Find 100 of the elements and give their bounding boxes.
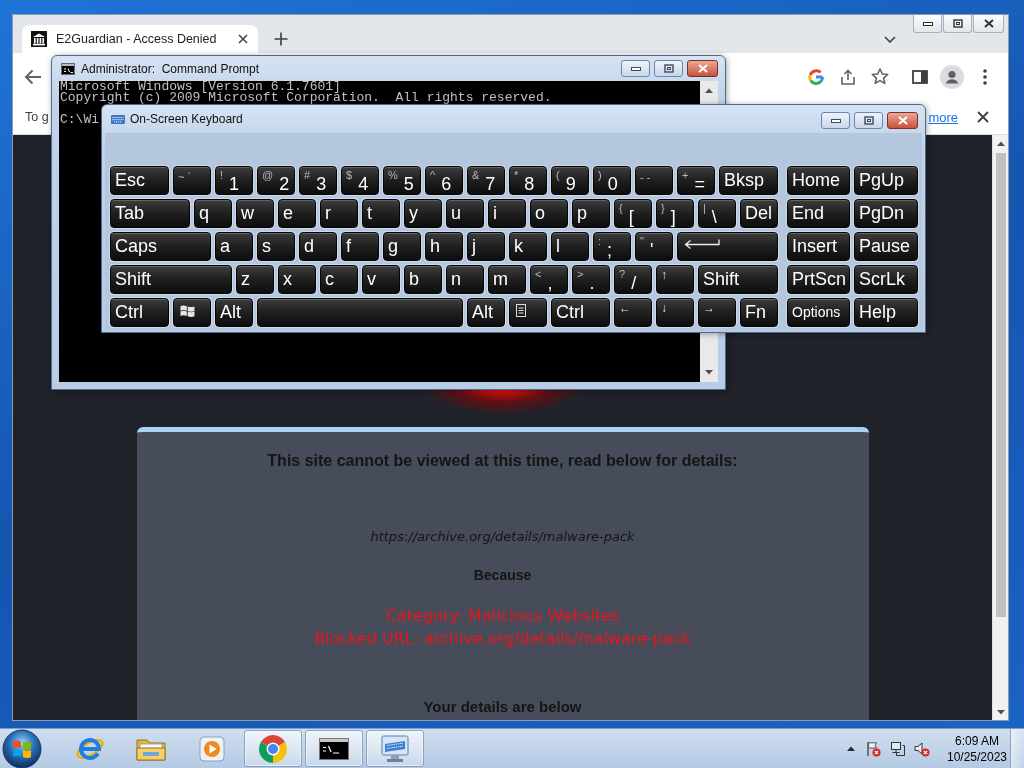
keyboard-key[interactable]: z: [236, 265, 274, 294]
up-arrow-icon[interactable]: [705, 88, 713, 93]
keyboard-key[interactable]: t: [362, 199, 400, 228]
keyboard-key[interactable]: ^ 6: [425, 166, 463, 195]
keyboard-key[interactable]: l: [551, 232, 589, 261]
keyboard-key[interactable]: [173, 298, 211, 327]
keyboard-key[interactable]: PgDn: [854, 199, 918, 228]
keyboard-key[interactable]: n: [446, 265, 484, 294]
keyboard-key[interactable]: [509, 298, 547, 327]
taskbar-button[interactable]: [305, 730, 363, 767]
browser-tab[interactable]: E2Guardian - Access Denied: [22, 25, 258, 53]
side-panel-icon[interactable]: [912, 69, 928, 84]
up-arrow-icon[interactable]: [996, 141, 1005, 146]
keyboard-key[interactable]: h: [425, 232, 463, 261]
keyboard-key[interactable]: f: [341, 232, 379, 261]
keyboard-key[interactable]: g: [383, 232, 421, 261]
keyboard-key[interactable]: Help: [854, 298, 918, 327]
keyboard-key[interactable]: →: [698, 298, 736, 327]
keyboard-key[interactable]: r: [320, 199, 358, 228]
keyboard-key[interactable]: Pause: [854, 232, 918, 261]
keyboard-key[interactable]: < ,: [530, 265, 568, 294]
keyboard-key[interactable]: [677, 232, 778, 261]
keyboard-key[interactable]: d: [299, 232, 337, 261]
keyboard-key[interactable]: s: [257, 232, 295, 261]
keyboard-key[interactable]: Shift: [110, 265, 232, 294]
keyboard-key[interactable]: j: [467, 232, 505, 261]
keyboard-key[interactable]: Fn: [740, 298, 778, 327]
keyboard-key[interactable]: p: [572, 199, 610, 228]
keyboard-key[interactable]: ( 9: [551, 166, 589, 195]
keyboard-key[interactable]: " ': [635, 232, 673, 261]
keyboard-key[interactable]: $ 4: [341, 166, 379, 195]
minimize-button[interactable]: [913, 15, 942, 33]
keyboard-key[interactable]: Alt: [215, 298, 253, 327]
close-icon[interactable]: [238, 34, 248, 44]
keyboard-key[interactable]: x: [278, 265, 316, 294]
keyboard-key[interactable]: e: [278, 199, 316, 228]
keyboard-key[interactable]: Alt: [467, 298, 505, 327]
keyboard-key[interactable]: PrtScn: [787, 265, 850, 294]
keyboard-key[interactable]: a: [215, 232, 253, 261]
scrollbar[interactable]: [992, 135, 1008, 720]
keyboard-key[interactable]: w: [236, 199, 274, 228]
keyboard-key[interactable]: m: [488, 265, 526, 294]
keyboard-key[interactable]: - -: [635, 166, 673, 195]
g-logo-icon[interactable]: [808, 68, 824, 85]
keyboard-key[interactable]: ! 1: [215, 166, 253, 195]
keyboard-key[interactable]: ←: [614, 298, 652, 327]
keyboard-key[interactable]: u: [446, 199, 484, 228]
share-icon[interactable]: [840, 68, 856, 85]
keyboard-key[interactable]: Bksp: [719, 166, 778, 195]
keyboard-key[interactable]: b: [404, 265, 442, 294]
more-link[interactable]: more: [928, 109, 958, 125]
minimize-button[interactable]: [621, 60, 650, 77]
maximize-button[interactable]: [854, 112, 883, 129]
chevron-down-icon[interactable]: [884, 36, 896, 43]
space-key[interactable]: [257, 298, 463, 327]
close-button[interactable]: [687, 60, 718, 77]
keyboard-key[interactable]: k: [509, 232, 547, 261]
keyboard-key[interactable]: ScrLk: [854, 265, 918, 294]
keyboard-key[interactable]: PgUp: [854, 166, 918, 195]
keyboard-key[interactable]: ↓: [656, 298, 694, 327]
back-arrow-icon[interactable]: [24, 68, 42, 85]
start-orb-icon[interactable]: [2, 728, 42, 768]
close-icon[interactable]: [977, 111, 989, 123]
down-arrow-icon[interactable]: [996, 710, 1005, 715]
muted-speaker-icon[interactable]: [914, 740, 930, 757]
keyboard-key[interactable]: + =: [677, 166, 715, 195]
keyboard-key[interactable]: v: [362, 265, 400, 294]
keyboard-key[interactable]: q: [194, 199, 232, 228]
close-button[interactable]: [973, 15, 1004, 33]
keyboard-key[interactable]: y: [404, 199, 442, 228]
keyboard-key[interactable]: Del: [740, 199, 778, 228]
keyboard-key[interactable]: Esc: [110, 166, 169, 195]
keyboard-key[interactable]: # 3: [299, 166, 337, 195]
keyboard-key[interactable]: ↑: [656, 265, 694, 294]
menu-icon[interactable]: [983, 68, 987, 85]
network-icon[interactable]: [890, 740, 906, 757]
keyboard-key[interactable]: | \: [698, 199, 736, 228]
maximize-button[interactable]: [943, 15, 972, 33]
keyboard-key[interactable]: o: [530, 199, 568, 228]
keyboard-key[interactable]: i: [488, 199, 526, 228]
flag-error-icon[interactable]: [865, 740, 881, 757]
keyboard-key[interactable]: } ]: [656, 199, 694, 228]
down-arrow-icon[interactable]: [705, 370, 713, 375]
avatar-icon[interactable]: [940, 64, 964, 89]
star-icon[interactable]: [871, 68, 889, 85]
keyboard-key[interactable]: : ;: [593, 232, 631, 261]
maximize-button[interactable]: [654, 60, 683, 77]
keyboard-key[interactable]: ~ `: [173, 166, 211, 195]
keyboard-key[interactable]: Shift: [698, 265, 778, 294]
keyboard-key[interactable]: % 5: [383, 166, 421, 195]
keyboard-key[interactable]: ) 0: [593, 166, 631, 195]
keyboard-key[interactable]: End: [787, 199, 850, 228]
plus-icon[interactable]: [274, 32, 288, 46]
keyboard-key[interactable]: Tab: [110, 199, 190, 228]
keyboard-key[interactable]: & 7: [467, 166, 505, 195]
scroll-thumb[interactable]: [995, 153, 1006, 617]
keyboard-key[interactable]: Ctrl: [551, 298, 610, 327]
keyboard-key[interactable]: Insert: [787, 232, 850, 261]
keyboard-key[interactable]: ? /: [614, 265, 652, 294]
keyboard-key[interactable]: Caps: [110, 232, 211, 261]
